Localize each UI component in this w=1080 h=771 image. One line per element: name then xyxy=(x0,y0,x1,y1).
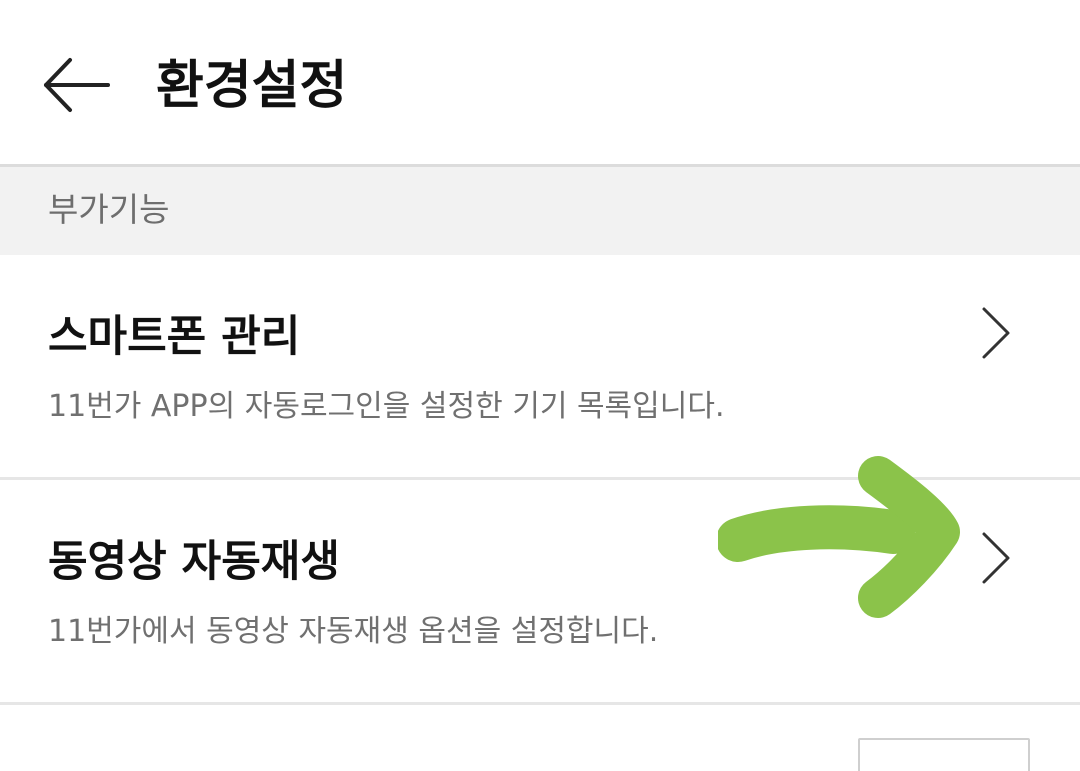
row-title: 스마트폰 관리 xyxy=(48,312,301,362)
row-description: 11번가 APP의 자동로그인을 설정한 기기 목록입니다. xyxy=(48,389,725,424)
chevron-right-icon xyxy=(982,307,1010,359)
app-header: 환경설정 xyxy=(0,0,1080,165)
settings-row-video-autoplay[interactable]: 동영상 자동재생 11번가에서 동영상 자동재생 옵션을 설정합니다. xyxy=(0,480,1080,702)
page-title: 환경설정 xyxy=(156,56,348,116)
chevron-right-icon xyxy=(982,532,1010,584)
row-title: 동영상 자동재생 xyxy=(48,537,340,587)
toggle-switch[interactable] xyxy=(858,738,1030,771)
row-description: 11번가에서 동영상 자동재생 옵션을 설정합니다. xyxy=(48,614,659,649)
section-label: 부가기능 xyxy=(48,190,170,229)
settings-row-smartphone-management[interactable]: 스마트폰 관리 11번가 APP의 자동로그인을 설정한 기기 목록입니다. xyxy=(0,255,1080,477)
settings-screen: 환경설정 부가기능 스마트폰 관리 11번가 APP의 자동로그인을 설정한 기… xyxy=(0,0,1080,771)
section-header: 부가기능 xyxy=(0,167,1080,255)
arrow-left-icon[interactable] xyxy=(40,52,114,118)
